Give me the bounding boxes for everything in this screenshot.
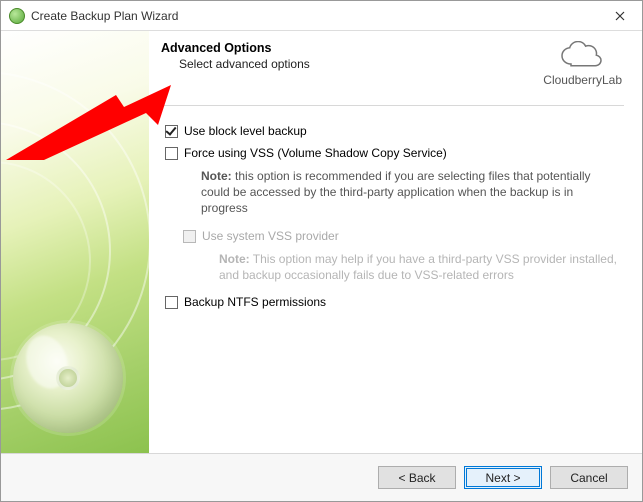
checkbox-ntfs-permissions[interactable] [165,296,178,309]
checkbox-block-level[interactable] [165,125,178,138]
sidebar-decorative [1,31,149,453]
note-force-vss: Note: this option is recommended if you … [201,168,611,217]
note-system-vss: Note: This option may help if you have a… [219,251,624,283]
brand: CloudberryLab [543,41,622,87]
next-button[interactable]: Next > [464,466,542,489]
brand-name: CloudberryLab [543,73,622,87]
cloud-icon [557,41,609,71]
note-label: Note: [219,252,250,266]
page-subheading: Select advanced options [161,57,310,71]
footer-button-row: < Back Next > Cancel [1,453,642,501]
note-label: Note: [201,169,232,183]
option-label: Backup NTFS permissions [184,295,326,309]
content-area: Advanced Options Select advanced options… [149,31,642,453]
note-text: this option is recommended if you are se… [201,169,591,215]
option-ntfs-permissions[interactable]: Backup NTFS permissions [165,295,624,309]
window-title: Create Backup Plan Wizard [31,9,178,23]
title-bar: Create Backup Plan Wizard [1,1,642,31]
divider [161,105,624,106]
note-text: This option may help if you have a third… [219,252,617,282]
cancel-button[interactable]: Cancel [550,466,628,489]
wizard-body: Advanced Options Select advanced options… [1,31,642,453]
option-system-vss: Use system VSS provider [183,229,624,243]
option-force-vss[interactable]: Force using VSS (Volume Shadow Copy Serv… [165,146,624,160]
option-label: Use block level backup [184,124,307,138]
close-button[interactable] [597,1,642,30]
option-label: Use system VSS provider [202,229,339,243]
option-block-level-backup[interactable]: Use block level backup [165,124,624,138]
disc-icon [13,323,123,433]
close-icon [615,11,625,21]
app-icon [9,8,25,24]
page-heading: Advanced Options [161,41,310,55]
option-label: Force using VSS (Volume Shadow Copy Serv… [184,146,447,160]
checkbox-system-vss [183,230,196,243]
checkbox-force-vss[interactable] [165,147,178,160]
back-button[interactable]: < Back [378,466,456,489]
